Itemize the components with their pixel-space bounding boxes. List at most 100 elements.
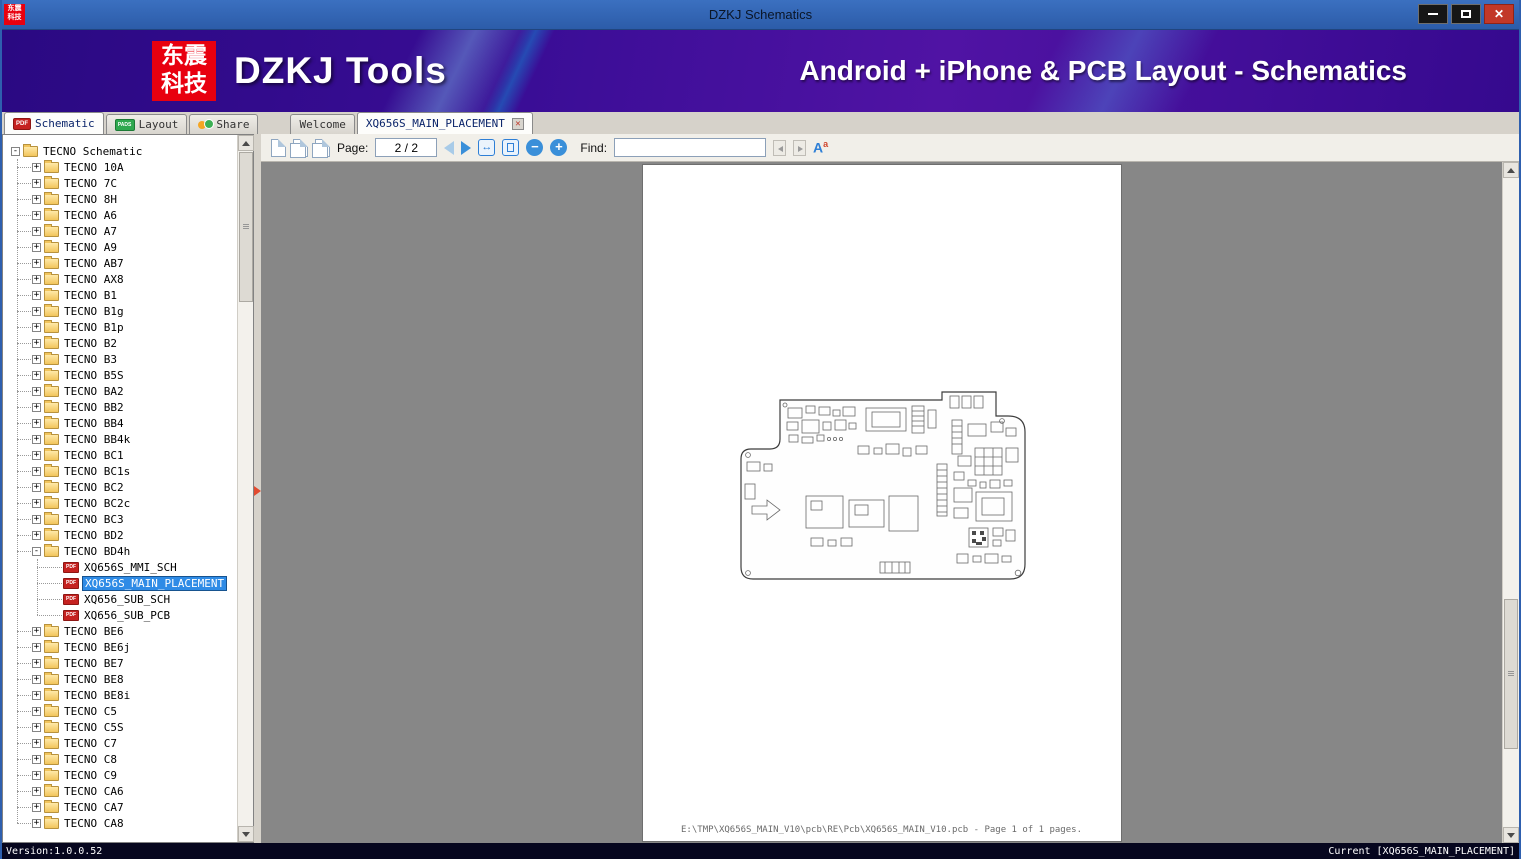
tree-item-label[interactable]: TECNO BB4 bbox=[62, 417, 126, 430]
tree-scroll-down-button[interactable] bbox=[238, 826, 254, 842]
tree-item-label[interactable]: TECNO 10A bbox=[62, 161, 126, 174]
tree-expander-icon[interactable]: + bbox=[32, 274, 41, 284]
tab-close-icon[interactable]: ✕ bbox=[511, 117, 524, 130]
tree-expander-icon[interactable]: + bbox=[32, 290, 41, 300]
tree-item-label[interactable]: TECNO BC2c bbox=[62, 497, 132, 510]
tree-expander-icon[interactable]: + bbox=[32, 402, 41, 412]
facing-pages-view-icon[interactable] bbox=[290, 138, 308, 158]
tab-share[interactable]: Share bbox=[189, 114, 259, 134]
tree-expander-icon[interactable]: + bbox=[32, 530, 41, 540]
tree-item-label[interactable]: TECNO B5S bbox=[62, 369, 126, 382]
tree-item-folder[interactable]: - TECNO BD4h bbox=[3, 543, 237, 559]
tree-item-folder[interactable]: + TECNO BE8 bbox=[3, 671, 237, 687]
tree-item-folder[interactable]: + TECNO BB4k bbox=[3, 431, 237, 447]
tree-expander-icon[interactable]: + bbox=[32, 354, 41, 364]
tree-item-folder[interactable]: + TECNO BA2 bbox=[3, 383, 237, 399]
tree-item-folder[interactable]: + TECNO BD2 bbox=[3, 527, 237, 543]
tree-item-label[interactable]: TECNO AB7 bbox=[62, 257, 126, 270]
tree-expander-icon[interactable]: + bbox=[32, 386, 41, 396]
tree-item-label[interactable]: TECNO AX8 bbox=[62, 273, 126, 286]
tree-item-folder[interactable]: + TECNO B2 bbox=[3, 335, 237, 351]
zoom-out-icon[interactable]: − bbox=[526, 139, 544, 156]
fit-width-icon[interactable]: ↔ bbox=[478, 139, 496, 156]
maximize-button[interactable] bbox=[1451, 4, 1481, 24]
tree-item-label[interactable]: TECNO BD4h bbox=[62, 545, 132, 558]
tree-expander-icon[interactable]: + bbox=[32, 722, 41, 732]
tree-item-file[interactable]: PDF XQ656_SUB_SCH bbox=[3, 591, 237, 607]
tree-item-label[interactable]: TECNO BC3 bbox=[62, 513, 126, 526]
tree-item-folder[interactable]: + TECNO A6 bbox=[3, 207, 237, 223]
tree-item-label[interactable]: TECNO CA7 bbox=[62, 801, 126, 814]
tree-item-folder[interactable]: + TECNO C9 bbox=[3, 767, 237, 783]
tree-scrollbar[interactable] bbox=[237, 135, 254, 842]
tree-expander-icon[interactable]: + bbox=[32, 706, 41, 716]
tree-item-label[interactable]: TECNO Schematic bbox=[41, 145, 144, 158]
tree-item-folder[interactable]: + TECNO BC2 bbox=[3, 479, 237, 495]
tree-item-label[interactable]: TECNO BE8i bbox=[62, 689, 132, 702]
tree-item-label[interactable]: TECNO B2 bbox=[62, 337, 119, 350]
tree-item-label[interactable]: XQ656S_MAIN_PLACEMENT bbox=[82, 575, 228, 591]
tree-expander-icon[interactable]: + bbox=[32, 786, 41, 796]
doc-scrollbar-thumb[interactable] bbox=[1504, 599, 1518, 749]
tree-expander-icon[interactable]: + bbox=[32, 450, 41, 460]
tree-expander-icon[interactable]: + bbox=[32, 674, 41, 684]
tab-schematic[interactable]: PDF Schematic bbox=[4, 112, 104, 134]
tree-expander-icon[interactable]: + bbox=[32, 194, 41, 204]
continuous-view-icon[interactable] bbox=[312, 138, 330, 158]
tree-item-folder[interactable]: + TECNO CA6 bbox=[3, 783, 237, 799]
tree-item-label[interactable]: TECNO C7 bbox=[62, 737, 119, 750]
app-icon[interactable]: 东震 科技 bbox=[4, 4, 25, 25]
tree-item-folder[interactable]: + TECNO CA7 bbox=[3, 799, 237, 815]
find-next-icon[interactable] bbox=[793, 139, 807, 156]
tree-item-folder[interactable]: + TECNO B1g bbox=[3, 303, 237, 319]
schematic-tree[interactable]: - TECNO Schematic + TECNO 10A + TECNO 7C + TECN… bbox=[3, 135, 237, 842]
tree-expander-icon[interactable]: + bbox=[32, 178, 41, 188]
tree-expander-icon[interactable]: + bbox=[32, 498, 41, 508]
tree-item-label[interactable]: TECNO BC1s bbox=[62, 465, 132, 478]
doc-scroll-down-button[interactable] bbox=[1503, 827, 1519, 843]
tree-expander-icon[interactable]: + bbox=[32, 306, 41, 316]
tree-item-label[interactable]: TECNO B1p bbox=[62, 321, 126, 334]
tree-scrollbar-thumb[interactable] bbox=[239, 152, 253, 302]
tree-item-label[interactable]: TECNO 8H bbox=[62, 193, 119, 206]
find-previous-icon[interactable] bbox=[773, 139, 787, 156]
tree-item-label[interactable]: TECNO BD2 bbox=[62, 529, 126, 542]
fit-page-icon[interactable] bbox=[502, 139, 520, 156]
tree-expander-icon[interactable]: + bbox=[32, 770, 41, 780]
tree-scroll-up-button[interactable] bbox=[238, 135, 254, 151]
panel-splitter[interactable] bbox=[254, 134, 261, 843]
tree-item-file[interactable]: PDF XQ656S_MAIN_PLACEMENT bbox=[3, 575, 237, 591]
font-size-icon[interactable]: Aa bbox=[813, 140, 828, 155]
tree-item-label[interactable]: XQ656_SUB_PCB bbox=[82, 609, 172, 622]
zoom-in-icon[interactable]: + bbox=[550, 139, 568, 156]
tree-item-label[interactable]: TECNO B1g bbox=[62, 305, 126, 318]
tree-item-folder[interactable]: - TECNO Schematic bbox=[3, 143, 237, 159]
tree-item-label[interactable]: TECNO C9 bbox=[62, 769, 119, 782]
tree-expander-icon[interactable]: + bbox=[32, 466, 41, 476]
tree-item-label[interactable]: TECNO C5S bbox=[62, 721, 126, 734]
tree-item-label[interactable]: TECNO B3 bbox=[62, 353, 119, 366]
tree-expander-icon[interactable]: + bbox=[32, 226, 41, 236]
doc-tab-main-placement[interactable]: XQ656S_MAIN_PLACEMENT ✕ bbox=[356, 112, 533, 134]
document-scrollbar[interactable] bbox=[1502, 162, 1519, 843]
tree-item-folder[interactable]: + TECNO A9 bbox=[3, 239, 237, 255]
tree-item-folder[interactable]: + TECNO CA8 bbox=[3, 815, 237, 831]
tree-expander-icon[interactable]: - bbox=[11, 146, 20, 156]
page-input[interactable] bbox=[375, 138, 438, 157]
tree-expander-icon[interactable]: + bbox=[32, 690, 41, 700]
tree-expander-icon[interactable]: + bbox=[32, 370, 41, 380]
tree-item-label[interactable]: TECNO BA2 bbox=[62, 385, 126, 398]
tree-expander-icon[interactable]: + bbox=[32, 738, 41, 748]
tree-item-folder[interactable]: + TECNO AX8 bbox=[3, 271, 237, 287]
tree-item-folder[interactable]: + TECNO B1 bbox=[3, 287, 237, 303]
tree-item-folder[interactable]: + TECNO BC3 bbox=[3, 511, 237, 527]
tree-expander-icon[interactable]: + bbox=[32, 626, 41, 636]
tree-expander-icon[interactable]: + bbox=[32, 514, 41, 524]
tree-expander-icon[interactable]: + bbox=[32, 418, 41, 428]
tree-expander-icon[interactable]: + bbox=[32, 210, 41, 220]
tree-item-file[interactable]: PDF XQ656_SUB_PCB bbox=[3, 607, 237, 623]
doc-tab-welcome[interactable]: Welcome bbox=[290, 114, 355, 134]
tree-expander-icon[interactable]: + bbox=[32, 162, 41, 172]
tree-item-folder[interactable]: + TECNO BB2 bbox=[3, 399, 237, 415]
tree-item-label[interactable]: TECNO BE6j bbox=[62, 641, 132, 654]
